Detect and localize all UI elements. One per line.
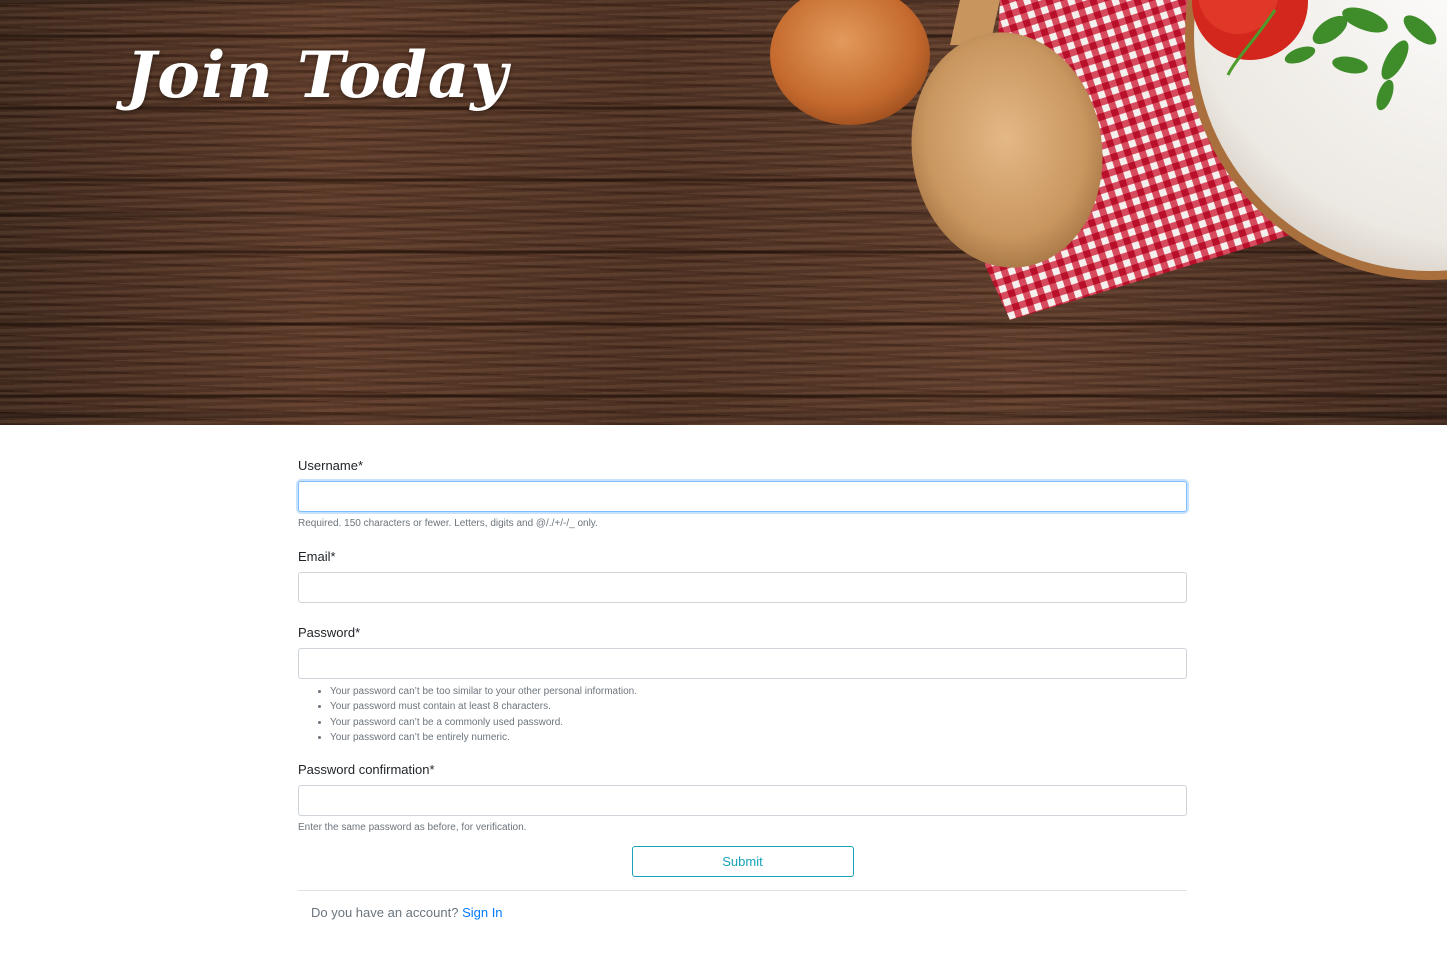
username-help-text: Required. 150 characters or fewer. Lette… — [298, 518, 598, 529]
password-rule-item: Your password can’t be a commonly used p… — [330, 715, 1187, 730]
signin-question: Do you have an account? — [311, 905, 459, 920]
email-input[interactable] — [298, 572, 1187, 603]
password-help-list: Your password can’t be too similar to yo… — [298, 684, 1187, 746]
password-confirmation-label: Password confirmation* — [298, 761, 435, 777]
signup-form: Username* Required. 150 characters or fe… — [298, 425, 1187, 920]
password-rule-item: Your password can’t be too similar to yo… — [330, 684, 1187, 699]
password-confirmation-help-text: Enter the same password as before, for v… — [298, 821, 527, 833]
submit-row: Submit — [298, 846, 1187, 877]
email-label: Email* — [298, 549, 336, 564]
password-confirmation-input[interactable] — [298, 784, 1187, 816]
password-label: Password* — [298, 625, 361, 640]
password-input[interactable] — [298, 648, 1187, 679]
password-rule-item: Your password can’t be entirely numeric. — [330, 730, 1187, 745]
hero-banner: Join Today — [0, 0, 1447, 425]
page-title: Join Today — [126, 38, 509, 113]
username-label: Username* — [298, 458, 364, 473]
password-rule-item: Your password must contain at least 8 ch… — [330, 699, 1187, 714]
form-divider — [298, 890, 1187, 891]
username-input[interactable] — [298, 481, 1187, 512]
signin-prompt: Do you have an account? Sign In — [311, 905, 503, 920]
submit-button[interactable]: Submit — [631, 846, 854, 877]
signin-link[interactable]: Sign In — [462, 905, 502, 920]
